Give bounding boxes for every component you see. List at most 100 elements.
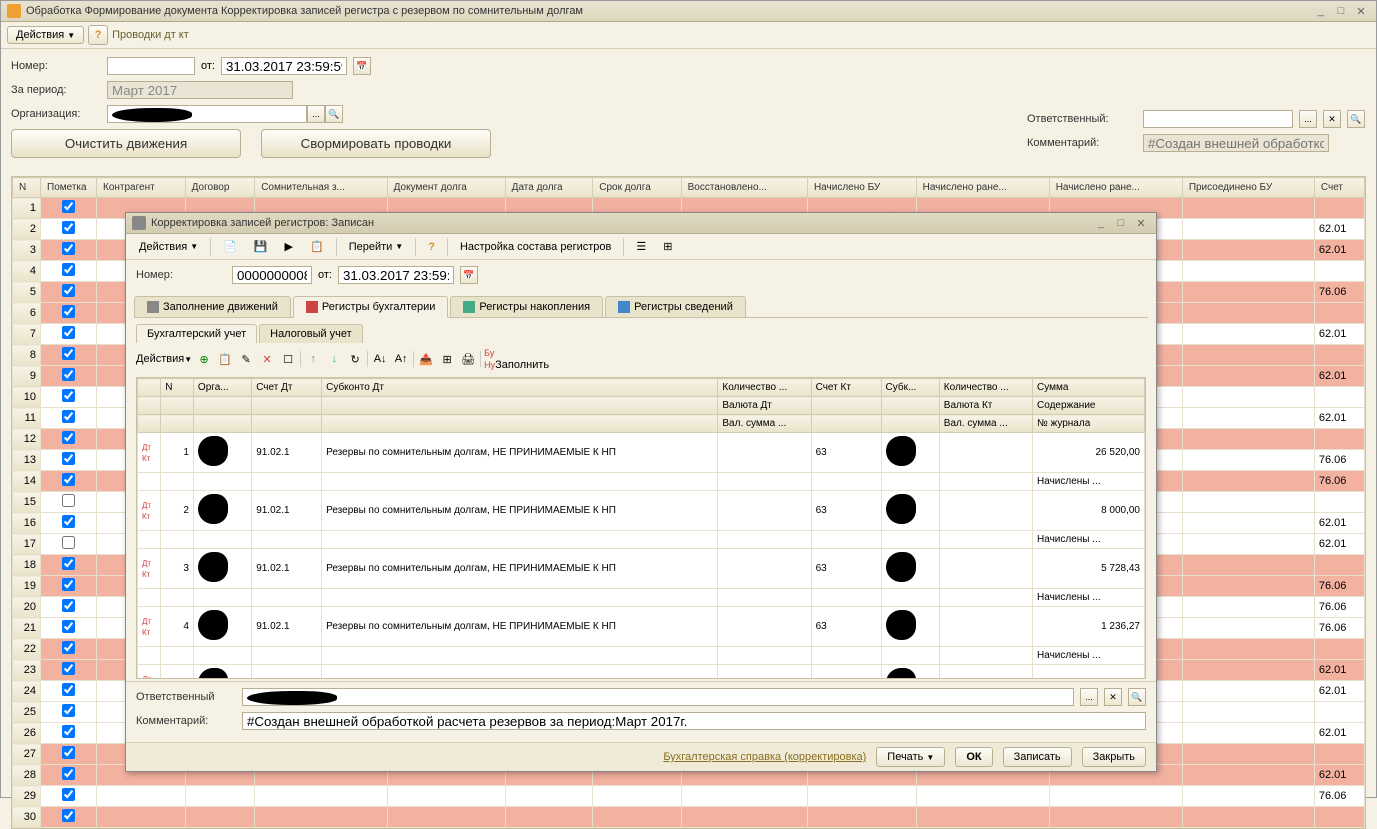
- tb-list-icon[interactable]: ☰: [629, 237, 653, 256]
- row-checkbox[interactable]: [62, 473, 75, 486]
- mark-icon[interactable]: ☐: [279, 350, 297, 368]
- inner-actions-menu[interactable]: Действия▼: [136, 353, 192, 365]
- save-button[interactable]: Записать: [1003, 747, 1072, 767]
- minimize-button[interactable]: _: [1312, 4, 1330, 18]
- resp-select-icon[interactable]: ...: [1299, 110, 1317, 128]
- modal-resp-clear-icon[interactable]: ✕: [1104, 688, 1122, 706]
- move-up-icon[interactable]: ↑: [304, 350, 322, 368]
- subtab-1[interactable]: Налоговый учет: [259, 324, 363, 343]
- row-checkbox[interactable]: [62, 662, 75, 675]
- row-checkbox[interactable]: [62, 326, 75, 339]
- inner-column-header[interactable]: Вал. сумма ...: [718, 415, 811, 433]
- actions-menu[interactable]: Действия▼: [7, 26, 84, 44]
- inner-column-header[interactable]: Субконто Дт: [322, 379, 718, 397]
- inner-column-header[interactable]: [881, 397, 939, 415]
- tb-stamp-icon[interactable]: 📋: [303, 237, 331, 256]
- inner-column-header[interactable]: N: [161, 379, 194, 397]
- ok-button[interactable]: ОК: [955, 747, 992, 767]
- inner-column-header[interactable]: [138, 415, 161, 433]
- row-checkbox[interactable]: [62, 578, 75, 591]
- tab-3[interactable]: Регистры сведений: [605, 296, 746, 317]
- sort-desc-icon[interactable]: A↑: [392, 350, 410, 368]
- inner-column-header[interactable]: [138, 397, 161, 415]
- main-column-header[interactable]: Пометка: [41, 178, 97, 198]
- number-input[interactable]: [107, 57, 195, 75]
- print-icon[interactable]: 🖨: [459, 350, 477, 368]
- close-button[interactable]: ✕: [1352, 4, 1370, 18]
- row-checkbox[interactable]: [62, 347, 75, 360]
- inner-column-header[interactable]: Вал. сумма ...: [939, 415, 1032, 433]
- date-input[interactable]: [221, 57, 347, 75]
- main-column-header[interactable]: Начислено БУ: [807, 178, 916, 198]
- row-checkbox[interactable]: [62, 452, 75, 465]
- inner-column-header[interactable]: Количество ...: [718, 379, 811, 397]
- inner-column-header[interactable]: Валюта Кт: [939, 397, 1032, 415]
- main-column-header[interactable]: Восстановлено...: [681, 178, 807, 198]
- inner-column-header[interactable]: [252, 397, 322, 415]
- main-column-header[interactable]: Начислено ране...: [1049, 178, 1182, 198]
- tb-post-icon[interactable]: ▶: [278, 237, 300, 256]
- print-button[interactable]: Печать ▼: [876, 747, 945, 767]
- row-checkbox[interactable]: [62, 242, 75, 255]
- org-search-icon[interactable]: 🔍: [325, 105, 343, 123]
- modal-close-button[interactable]: ✕: [1132, 216, 1150, 230]
- period-input[interactable]: [107, 81, 293, 99]
- row-checkbox[interactable]: [62, 725, 75, 738]
- provodki-link[interactable]: Проводки дт кт: [112, 29, 189, 41]
- inner-row[interactable]: ДтКт391.02.1Резервы по сомнительным долг…: [138, 549, 1145, 589]
- row-checkbox[interactable]: [62, 494, 75, 507]
- inner-column-header[interactable]: [252, 415, 322, 433]
- row-checkbox[interactable]: [62, 767, 75, 780]
- comment-input[interactable]: [1143, 134, 1329, 152]
- registry-config-button[interactable]: Настройка состава регистров: [453, 238, 618, 256]
- modal-maximize-button[interactable]: □: [1112, 216, 1130, 230]
- subtab-0[interactable]: Бухгалтерский учет: [136, 324, 257, 343]
- tb-save-icon[interactable]: 💾: [247, 237, 275, 256]
- edit-icon[interactable]: ✎: [237, 350, 255, 368]
- move-down-icon[interactable]: ↓: [325, 350, 343, 368]
- inner-column-header[interactable]: Содержание: [1033, 397, 1145, 415]
- main-column-header[interactable]: Начислено ране...: [916, 178, 1049, 198]
- refresh-icon[interactable]: ↻: [346, 350, 364, 368]
- main-column-header[interactable]: Счет: [1314, 178, 1364, 198]
- inner-column-header[interactable]: Сумма: [1033, 379, 1145, 397]
- sort-asc-icon[interactable]: A↓: [371, 350, 389, 368]
- modal-resp-select-icon[interactable]: ...: [1080, 688, 1098, 706]
- main-column-header[interactable]: Контрагент: [97, 178, 186, 198]
- main-column-header[interactable]: Присоединено БУ: [1182, 178, 1314, 198]
- calendar-icon[interactable]: 📅: [353, 57, 371, 75]
- row-checkbox[interactable]: [62, 704, 75, 717]
- row-checkbox[interactable]: [62, 389, 75, 402]
- row-checkbox[interactable]: [62, 536, 75, 549]
- fill-button[interactable]: БуНуЗаполнить: [484, 347, 549, 371]
- tb-help-icon[interactable]: ?: [421, 238, 442, 256]
- row-checkbox[interactable]: [62, 683, 75, 696]
- main-column-header[interactable]: Договор: [185, 178, 255, 198]
- tab-2[interactable]: Регистры накопления: [450, 296, 603, 317]
- inner-column-header[interactable]: Счет Дт: [252, 379, 322, 397]
- row-checkbox[interactable]: [62, 788, 75, 801]
- inner-column-header[interactable]: [811, 415, 881, 433]
- inner-column-header[interactable]: [322, 397, 718, 415]
- row-checkbox[interactable]: [62, 305, 75, 318]
- modal-minimize-button[interactable]: _: [1092, 216, 1110, 230]
- row-checkbox[interactable]: [62, 221, 75, 234]
- modal-comment-input[interactable]: [242, 712, 1146, 730]
- inner-column-header[interactable]: [881, 415, 939, 433]
- tb-new-icon[interactable]: 📄: [216, 237, 244, 256]
- row-checkbox[interactable]: [62, 746, 75, 759]
- main-column-header[interactable]: Дата долга: [505, 178, 593, 198]
- table-row[interactable]: 2976.06: [13, 786, 1365, 807]
- inner-column-header[interactable]: [193, 415, 251, 433]
- inner-row[interactable]: ДтКт191.02.1Резервы по сомнительным долг…: [138, 433, 1145, 473]
- help-icon[interactable]: ?: [88, 25, 108, 45]
- inner-column-header[interactable]: Субк...: [881, 379, 939, 397]
- row-checkbox[interactable]: [62, 263, 75, 276]
- grid-icon[interactable]: ⊞: [438, 350, 456, 368]
- form-provodki-button[interactable]: Свормировать проводки: [261, 129, 491, 158]
- modal-goto-menu[interactable]: Перейти▼: [342, 238, 411, 256]
- inner-column-header[interactable]: Орга...: [193, 379, 251, 397]
- row-checkbox[interactable]: [62, 809, 75, 822]
- delete-icon[interactable]: ✕: [258, 350, 276, 368]
- resp-clear-icon[interactable]: ✕: [1323, 110, 1341, 128]
